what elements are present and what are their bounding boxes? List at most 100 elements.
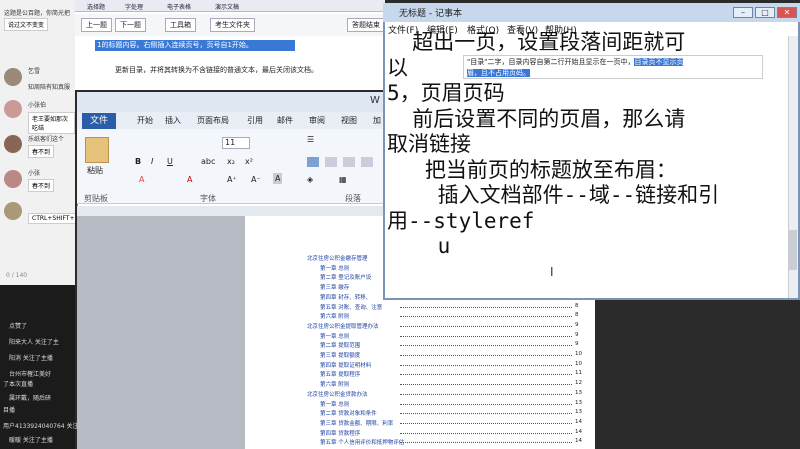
toc-entry[interactable]: 第四章 提取证明材料 [320,361,371,369]
toc-entry[interactable]: 第五章 对账、查询、注意 [320,303,382,311]
finish-answer-button[interactable]: 答题结束 [347,18,385,32]
chat-message: 小张伯 [28,102,47,109]
justify-icon[interactable] [361,157,373,167]
close-button[interactable]: ✕ [777,7,797,18]
toc-entry[interactable]: 第三章 缴存 [320,283,349,291]
chat-message: 乞雪 [28,68,41,75]
popup-line: "目录"二字，目录内容自第二行开始且显示在一页中，目录页不显示页 [464,56,762,68]
avatar[interactable] [4,135,22,153]
toc-page-number: 12 [575,380,582,387]
live-line: 点赞了 [3,321,27,330]
toc-leader [400,313,572,318]
toc-leader [400,304,572,308]
align-right-icon[interactable] [343,157,355,167]
font-size-select[interactable]: 11 [222,137,250,149]
avatar[interactable] [4,170,22,188]
student-folder-button[interactable]: 考生文件夹 [210,18,255,32]
avatar[interactable] [4,202,22,220]
toc-entry[interactable]: 第一章 总则 [320,332,349,340]
instruction-7: 更新目录，并将其转换为不含链接的普通文本，最后关闭该文档。 [115,66,318,74]
toc-entry[interactable]: 北京住房公积金缴存管理 [307,254,368,262]
toc-entry[interactable]: 第一章 总则 [320,400,349,408]
chat-message: 老王要如那次吃结 [28,112,75,134]
tab-excel[interactable]: 电子表格 [167,2,191,11]
prev-question-button[interactable]: 上一题 [81,18,112,32]
text-cursor-icon: I [550,265,554,279]
tab-view[interactable]: 视图 [341,115,357,126]
toc-entry[interactable]: 第六章 附则 [320,380,349,388]
borders-icon[interactable]: ▦ [339,175,347,184]
tab-review[interactable]: 审阅 [309,115,325,126]
toc-entry[interactable]: 第六章 附则 [320,312,349,320]
toc-leader [400,420,572,424]
live-line: 阳来大人 关注了主 [3,337,59,346]
toolbox-button[interactable]: 工具箱 [165,18,196,32]
toc-entry[interactable]: 第二章 提取范围 [320,341,360,349]
toc-page-number: 9 [575,321,579,328]
exam-toolbar: 上一题 下一题 工具箱 考生文件夹 答题结束 [75,14,385,36]
scrollbar-thumb[interactable] [789,230,797,270]
toc-leader [400,401,572,405]
live-text: 暖暖 关注了主播 [9,437,53,444]
tab-ppt[interactable]: 演示文稿 [215,2,239,11]
paste-button[interactable]: 粘贴 [87,165,103,176]
toc-entry[interactable]: 北京住房公积金贷款办法 [307,390,368,398]
file-tab[interactable]: 文件 [82,113,116,129]
toc-page-number: 13 [575,389,582,396]
live-line: 暖暖 关注了主播 [3,435,53,444]
italic-button[interactable]: I [151,157,153,166]
toc-entry[interactable]: 第五章 提取程序 [320,370,360,378]
toc-page-number: 8 [575,312,579,319]
superscript-button[interactable]: x² [245,157,253,166]
toc-entry[interactable]: 北京住房公积金提取管理办法 [307,322,379,330]
underline-button[interactable]: U [167,157,173,166]
live-line: 台州市榷江美好 [3,369,51,378]
paste-icon[interactable] [85,137,109,163]
grow-font-icon[interactable]: A⁺ [227,175,237,184]
popup-line: 眉，且不占用页码。 [464,68,762,78]
selected-instruction: 1的标题内容。右侧插入连续页号，页号自1开始。 [95,40,295,51]
align-center-icon[interactable] [325,157,337,167]
toc-entry[interactable]: 第一章 总则 [320,264,349,272]
char-shading-icon[interactable]: A [273,173,283,184]
tab-references[interactable]: 引用 [247,115,263,126]
align-left-icon[interactable] [307,157,319,167]
text-line: 取消链接 [387,132,471,156]
tab-home[interactable]: 开始 [137,115,153,126]
avatar[interactable] [4,68,22,86]
toc-page-number: 10 [575,360,582,367]
strikethrough-button[interactable]: abc [201,157,215,166]
bold-button[interactable]: B [135,157,141,166]
toc-entry[interactable]: 第二章 贷款对象和条件 [320,409,377,417]
minimize-button[interactable]: – [733,7,753,18]
maximize-button[interactable]: □ [755,7,775,18]
toc-leader [400,439,572,444]
tab-choice[interactable]: 选择题 [87,2,105,11]
tab-word[interactable]: 字处理 [125,2,143,11]
subscript-button[interactable]: x₂ [227,157,235,166]
highlight-icon[interactable]: A [139,175,144,184]
next-question-button[interactable]: 下一题 [115,18,146,32]
chat-message: 乐纸客们这个 [28,136,65,143]
toc-entry[interactable]: 第二章 登记及账户设 [320,273,371,281]
group-font-label: 字体 [200,194,216,203]
popup-text: "目录"二字，目录内容自第二行开始且显示在一页中， [467,58,635,66]
ribbon-tabs: 开始 插入 页面布局 引用 邮件 审阅 视图 加 [77,112,397,129]
tab-mailings[interactable]: 邮件 [277,115,293,126]
popup-selected-text: 眉，且不占用页码。 [467,69,530,77]
toc-entry[interactable]: 第五章 个人信用评价和抵押物评估 [320,438,404,446]
font-color-icon[interactable]: A [187,175,192,184]
toc-entry[interactable]: 第四章 贷款程序 [320,429,360,437]
avatar[interactable] [4,100,22,118]
toc-entry[interactable]: 第三章 提取额度 [320,351,360,359]
ruler[interactable] [77,206,397,216]
chat-message: 这题是公百题，你简光把 [4,10,71,17]
toc-entry[interactable]: 第四章 封存、转移、 [320,293,371,301]
tab-addins[interactable]: 加 [373,115,381,126]
shading-icon[interactable]: ◈ [307,175,313,184]
tab-insert[interactable]: 插入 [165,115,181,126]
tab-layout[interactable]: 页面布局 [197,115,229,126]
shrink-font-icon[interactable]: A⁻ [251,175,261,184]
toc-entry[interactable]: 第三章 贷款金额、期限、利率 [320,419,393,427]
bullets-icon[interactable]: ☰ [307,135,314,144]
